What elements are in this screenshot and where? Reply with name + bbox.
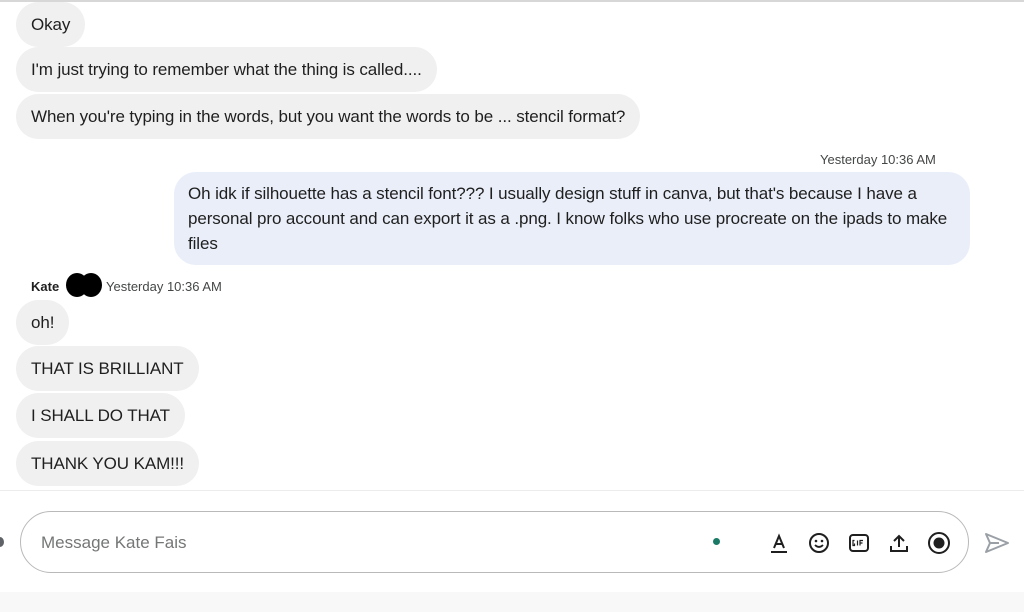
redacted-avatar bbox=[66, 273, 102, 297]
upload-icon[interactable] bbox=[886, 530, 912, 556]
send-icon[interactable] bbox=[983, 529, 1011, 557]
message-thread[interactable]: Okay I'm just trying to remember what th… bbox=[0, 2, 1024, 490]
message-text: oh! bbox=[31, 313, 55, 332]
message-bubble-incoming[interactable]: When you're typing in the words, but you… bbox=[16, 94, 641, 139]
message-bubble-incoming[interactable]: oh! bbox=[16, 300, 70, 345]
message-bubble-incoming[interactable]: THAT IS BRILLIANT bbox=[16, 346, 199, 391]
message-composer[interactable] bbox=[20, 511, 969, 573]
message-bubble-outgoing[interactable]: Oh idk if silhouette has a stencil font?… bbox=[174, 172, 970, 265]
message-bubble-incoming[interactable]: Okay bbox=[16, 2, 86, 47]
bottom-area bbox=[0, 592, 1024, 612]
gif-icon[interactable] bbox=[846, 530, 872, 556]
composer-divider bbox=[0, 490, 1024, 491]
status-dot bbox=[713, 538, 720, 545]
message-input[interactable] bbox=[41, 530, 641, 556]
message-text: I SHALL DO THAT bbox=[31, 406, 170, 425]
edge-control[interactable] bbox=[0, 537, 4, 547]
text-format-icon[interactable] bbox=[766, 530, 792, 556]
message-timestamp: Yesterday 10:36 AM bbox=[106, 279, 222, 294]
emoji-icon[interactable] bbox=[806, 530, 832, 556]
message-bubble-incoming[interactable]: I SHALL DO THAT bbox=[16, 393, 185, 438]
message-text: When you're typing in the words, but you… bbox=[31, 107, 626, 126]
message-text: I'm just trying to remember what the thi… bbox=[31, 60, 422, 79]
message-bubble-incoming[interactable]: THANK YOU KAM!!! bbox=[16, 441, 200, 486]
message-text: THAT IS BRILLIANT bbox=[31, 359, 184, 378]
sender-name: Kate bbox=[31, 279, 60, 294]
message-timestamp: Yesterday 10:36 AM bbox=[820, 152, 936, 167]
message-bubble-incoming[interactable]: I'm just trying to remember what the thi… bbox=[16, 47, 437, 92]
message-text: THANK YOU KAM!!! bbox=[31, 454, 185, 473]
message-text: Oh idk if silhouette has a stencil font?… bbox=[188, 184, 948, 253]
record-icon[interactable] bbox=[926, 530, 952, 556]
message-text: Okay bbox=[31, 15, 71, 34]
